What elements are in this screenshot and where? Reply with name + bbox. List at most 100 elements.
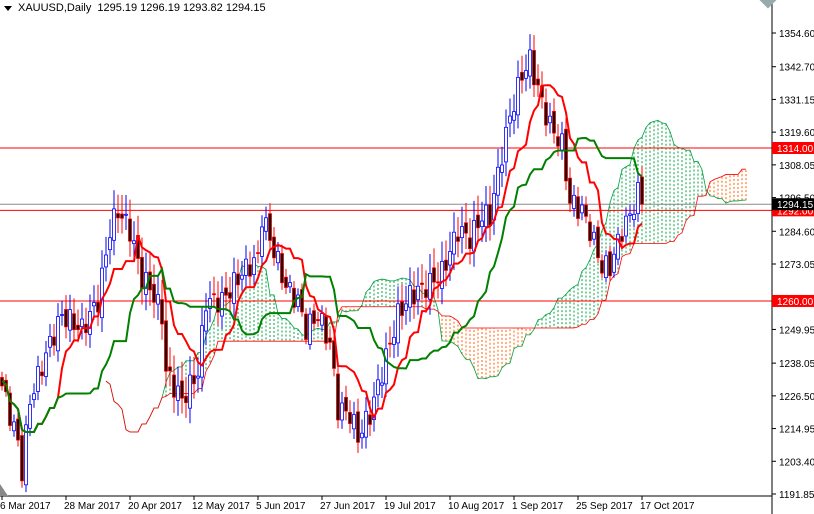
candle <box>168 347 172 387</box>
candle-body <box>220 292 224 317</box>
time-tick-label: 19 Jul 2017 <box>384 501 436 512</box>
candle-body <box>52 336 56 346</box>
candle <box>104 236 108 282</box>
candle-body <box>536 78 540 86</box>
candle-body <box>344 396 348 412</box>
candle <box>208 281 212 323</box>
price-tick-label: 1308.05 <box>779 161 814 172</box>
candle <box>124 195 128 230</box>
price-chart[interactable]: 1354.601342.701331.151319.601308.051296.… <box>0 0 814 514</box>
candle-body <box>388 342 392 345</box>
ohlc-readout: 1295.19 1296.19 1293.82 1294.15 <box>97 2 266 14</box>
candle <box>188 356 192 424</box>
candle <box>524 54 528 92</box>
candle <box>600 254 604 279</box>
candle-body <box>12 421 16 432</box>
candle <box>456 217 460 258</box>
candle <box>284 268 288 295</box>
time-tick-label: 27 Jun 2017 <box>320 501 375 512</box>
candle-body <box>532 50 536 86</box>
candle-body <box>216 297 220 313</box>
time-tick-label: 10 Aug 2017 <box>448 501 505 512</box>
time-tick-label: 17 Oct 2017 <box>640 501 695 512</box>
candle <box>360 419 364 449</box>
candle <box>156 274 160 320</box>
candle <box>340 391 344 429</box>
candle-body <box>236 273 240 286</box>
candle <box>500 146 504 187</box>
candle-body <box>256 252 260 254</box>
time-tick-label: 25 Sep 2017 <box>576 501 633 512</box>
candle-body <box>476 214 480 229</box>
candle <box>144 252 148 311</box>
candle <box>504 109 508 177</box>
candle <box>328 328 332 350</box>
candle-body <box>360 432 364 439</box>
candle-body <box>620 236 624 242</box>
candle-body <box>228 292 232 299</box>
candle-body <box>480 220 484 228</box>
candle <box>536 64 540 97</box>
candle <box>640 166 644 213</box>
candle <box>352 401 356 439</box>
candle-body <box>240 274 244 280</box>
time-tick-label: 28 Mar 2017 <box>64 501 121 512</box>
candle-body <box>184 395 188 404</box>
candle-body <box>452 231 456 255</box>
candle-body <box>552 110 556 134</box>
candle <box>364 397 368 449</box>
candle-body <box>116 213 120 219</box>
candle <box>344 385 348 421</box>
candle <box>496 148 500 210</box>
candle <box>384 332 388 397</box>
candle-body <box>288 282 292 288</box>
candle-body <box>244 258 248 276</box>
candle <box>552 98 556 144</box>
candle <box>376 364 380 408</box>
candle-body <box>48 335 52 348</box>
candle-body <box>444 259 448 271</box>
candle-body <box>132 240 136 245</box>
candle <box>372 381 376 432</box>
candle <box>180 361 184 414</box>
candle <box>264 206 268 241</box>
candle-body <box>464 222 468 234</box>
price-tick-label: 1273.05 <box>779 260 814 271</box>
candle-body <box>556 136 560 147</box>
candle <box>252 245 256 285</box>
candle-body <box>24 424 28 486</box>
candle-body <box>152 283 156 303</box>
candle <box>520 55 524 94</box>
candle-body <box>624 215 628 237</box>
candle-body <box>420 282 424 285</box>
candle <box>388 326 392 358</box>
candle <box>484 185 488 242</box>
candle-body <box>384 348 388 385</box>
candle <box>436 262 440 299</box>
candle <box>616 226 620 266</box>
candle-body <box>460 226 464 239</box>
candle-body <box>188 374 192 409</box>
candle-body <box>520 71 524 81</box>
candle <box>184 377 188 418</box>
candle <box>580 195 584 221</box>
candle <box>68 294 72 343</box>
candle <box>296 288 300 312</box>
candle-body <box>380 382 384 386</box>
candle-body <box>488 204 492 226</box>
candle <box>24 415 28 493</box>
dropdown-triangle-icon[interactable] <box>4 5 12 11</box>
candle <box>624 207 628 243</box>
price-tick-label: 1319.60 <box>779 128 814 139</box>
candle-body <box>604 255 608 279</box>
candle <box>64 295 68 339</box>
candle-body <box>368 414 372 425</box>
candle-body <box>176 385 180 401</box>
candle <box>40 360 44 385</box>
candle-body <box>616 233 620 260</box>
candle-body <box>428 272 432 300</box>
candle-body <box>192 375 196 385</box>
candle <box>172 355 176 413</box>
price-tick-label: 1214.95 <box>779 425 814 436</box>
candle-body <box>580 204 584 214</box>
